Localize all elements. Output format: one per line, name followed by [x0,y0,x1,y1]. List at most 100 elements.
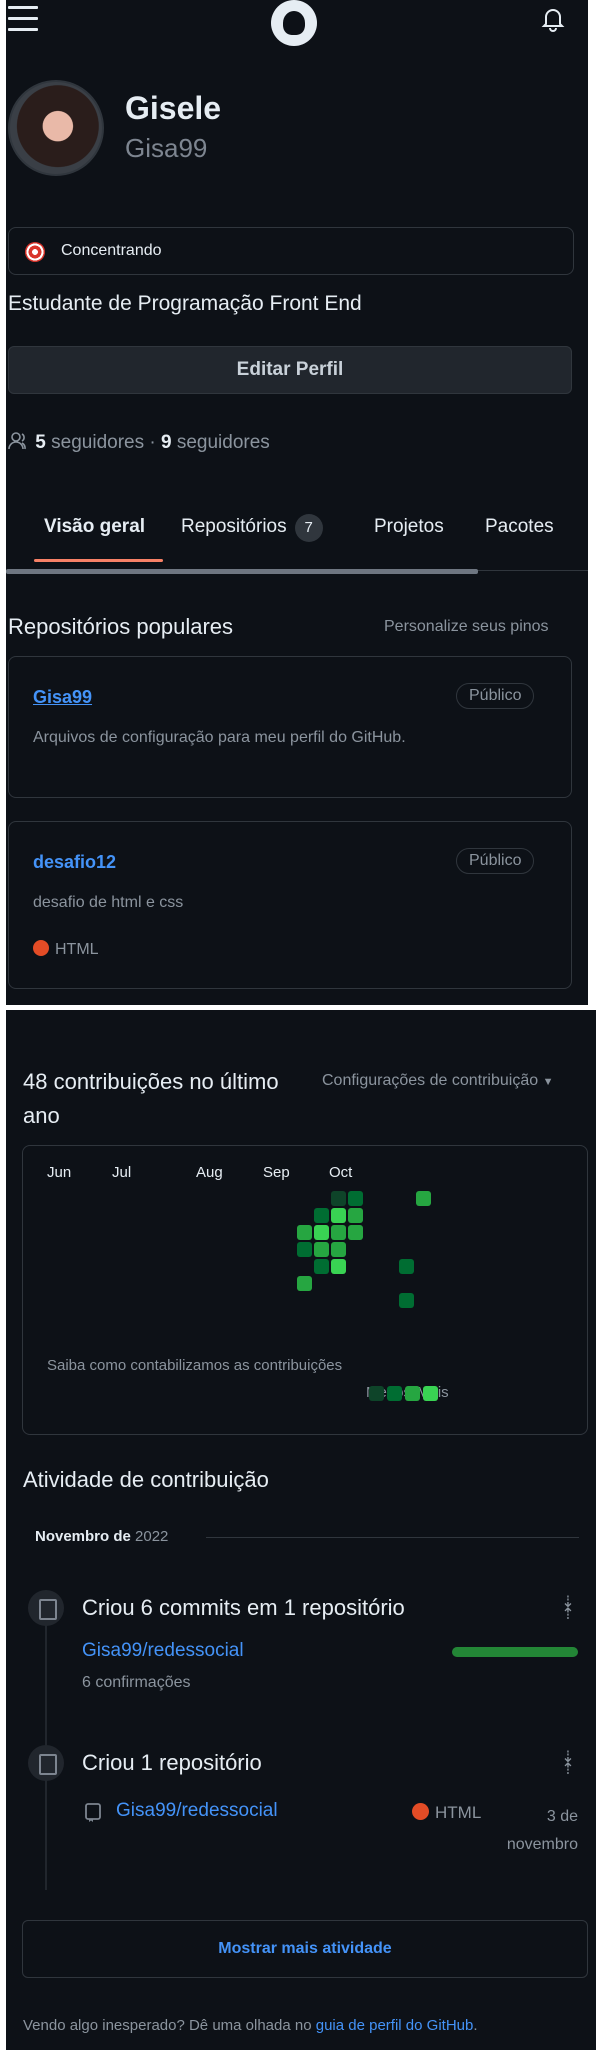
contributions-title-line1: 48 contribuições no último [23,1069,279,1094]
month-divider [206,1537,579,1538]
unfold-icon[interactable]: ⇣ ⇡ [561,1595,575,1623]
repositories-counter: 7 [294,514,323,542]
github-logo-icon[interactable] [271,0,317,46]
edit-profile-button[interactable]: Editar Perfil [8,346,572,394]
show-more-activity-button[interactable]: Mostrar mais atividade [22,1920,588,1978]
contributions-title: 48 contribuições no último ano [23,1065,279,1133]
contribution-cell[interactable] [297,1276,312,1291]
repo-card: Gisa99 Público Arquivos de configuração … [8,656,572,798]
contribution-cell[interactable] [331,1191,346,1206]
activity-month-header: Novembro de 2022 [35,1528,168,1545]
followers-count[interactable]: 5 [35,432,46,453]
language-color-dot [33,940,49,956]
contribution-settings-dropdown[interactable]: Configurações de contribuição ▼ [322,1072,553,1090]
contribution-cell[interactable] [348,1208,363,1223]
repo-language-label: HTML [55,941,99,958]
customize-pins-link[interactable]: Personalize seus pinos [384,618,549,636]
contribution-cell[interactable] [314,1225,329,1240]
profile-name: Gisele [125,90,222,126]
contribution-cell[interactable] [314,1242,329,1257]
activity-title-commits[interactable]: Criou 6 commits em 1 repositório [82,1595,405,1621]
visibility-badge: Público [456,848,535,874]
separator: · [149,432,156,453]
contribution-cell[interactable] [348,1225,363,1240]
tab-selected-underline [34,559,163,562]
followers-label[interactable]: seguidores [51,432,144,453]
contribution-cell[interactable] [297,1242,312,1257]
tab-repositories-label: Repositórios [181,516,287,537]
follow-stats: 5 seguidores · 9 seguidores [8,432,270,454]
month-label: Sep [263,1164,290,1181]
legend-swatch [405,1386,420,1401]
caret-down-icon: ▼ [542,1076,554,1088]
month-label: Aug [196,1164,223,1181]
activity-panel: 48 contribuições no último ano Configura… [6,1010,596,2050]
repo-description: Arquivos de configuração para meu perfil… [33,729,406,746]
profile-guide-link[interactable]: guia de perfil do GitHub [316,2017,474,2034]
profile-bio: Estudante de Programação Front End [8,292,362,315]
activity-date-line1: 3 de [546,1808,578,1825]
year-label: 2022 [135,1528,169,1545]
contribution-settings-label: Configurações de contribuição [322,1072,539,1089]
repo-name-link[interactable]: desafio12 [33,852,116,873]
contribution-cell[interactable] [331,1225,346,1240]
activity-commit-count: 6 confirmações [82,1674,191,1691]
activity-language-label: HTML [435,1803,482,1822]
repo-language: HTML [33,940,99,959]
status-text: Concentrando [61,242,162,259]
month-label: Jul [112,1164,132,1181]
contribution-cell[interactable] [331,1242,346,1257]
legend-swatch [387,1386,402,1401]
contribution-cell[interactable] [416,1191,431,1206]
status-box[interactable]: Concentrando [8,227,574,275]
tab-repositories[interactable]: Repositórios 7 [181,512,323,542]
tabs-scrollbar[interactable] [6,569,478,574]
profile-login: Gisa99 [125,133,208,163]
activity-date: 3 de novembro [476,1803,578,1859]
month-label: Oct [329,1164,353,1181]
contribution-graph: Jun Jul Aug Sep Oct Saiba como contabilizamo… [22,1145,588,1435]
commit-progress-bar [452,1647,578,1657]
profile-panel: Gisele Gisa99 Concentrando Estudante de … [6,0,588,1005]
hamburger-icon[interactable] [8,6,38,39]
activity-repo-link[interactable]: Gisa99/redessocial [116,1800,278,1822]
repo-push-icon [28,1590,64,1626]
tab-packages[interactable]: Pacotes [485,516,554,538]
bell-icon[interactable] [541,6,565,32]
visibility-badge: Público [456,683,535,709]
avatar[interactable] [8,80,104,176]
footer-end: . [473,2017,478,2034]
contribution-cell[interactable] [399,1259,414,1274]
repo-icon [28,1745,64,1781]
contribution-cell[interactable] [297,1225,312,1240]
commit-progress-fill [452,1647,578,1657]
contribution-help-link[interactable]: Saiba como contabilizamos as contribuiçõ… [47,1357,342,1374]
legend-swatch [423,1386,438,1401]
contribution-cell[interactable] [348,1191,363,1206]
language-color-dot [412,1803,429,1820]
tab-projects[interactable]: Projetos [374,516,444,538]
tab-overview[interactable]: Visão geral [44,516,145,538]
contribution-cell[interactable] [314,1208,329,1223]
contribution-cell[interactable] [331,1259,346,1274]
repo-name-link[interactable]: Gisa99 [33,687,92,708]
activity-title-created-repo[interactable]: Criou 1 repositório [82,1750,262,1776]
following-label[interactable]: seguidores [177,432,270,453]
contributions-title-line2: ano [23,1103,60,1128]
activity-repo-link[interactable]: Gisa99/redessocial [82,1640,244,1662]
month-label: Jun [47,1164,72,1181]
month-label: Novembro de [35,1528,131,1545]
repo-description: desafio de html e css [33,894,184,911]
footer-note: Vendo algo inesperado? Dê uma olhada no … [23,2017,478,2034]
contribution-cell[interactable] [331,1208,346,1223]
footer-text: Vendo algo inesperado? Dê uma olhada no [23,2017,312,2034]
activity-title: Atividade de contribuição [23,1467,269,1492]
contribution-cell[interactable] [314,1259,329,1274]
repo-small-icon [85,1803,101,1822]
following-count[interactable]: 9 [161,432,172,453]
unfold-icon[interactable]: ⇣ ⇡ [561,1750,575,1778]
repo-card: desafio12 Público desafio de html e css … [8,821,572,989]
dart-target-icon [25,242,45,262]
activity-date-line2: novembro [506,1836,578,1853]
contribution-cell[interactable] [399,1293,414,1308]
